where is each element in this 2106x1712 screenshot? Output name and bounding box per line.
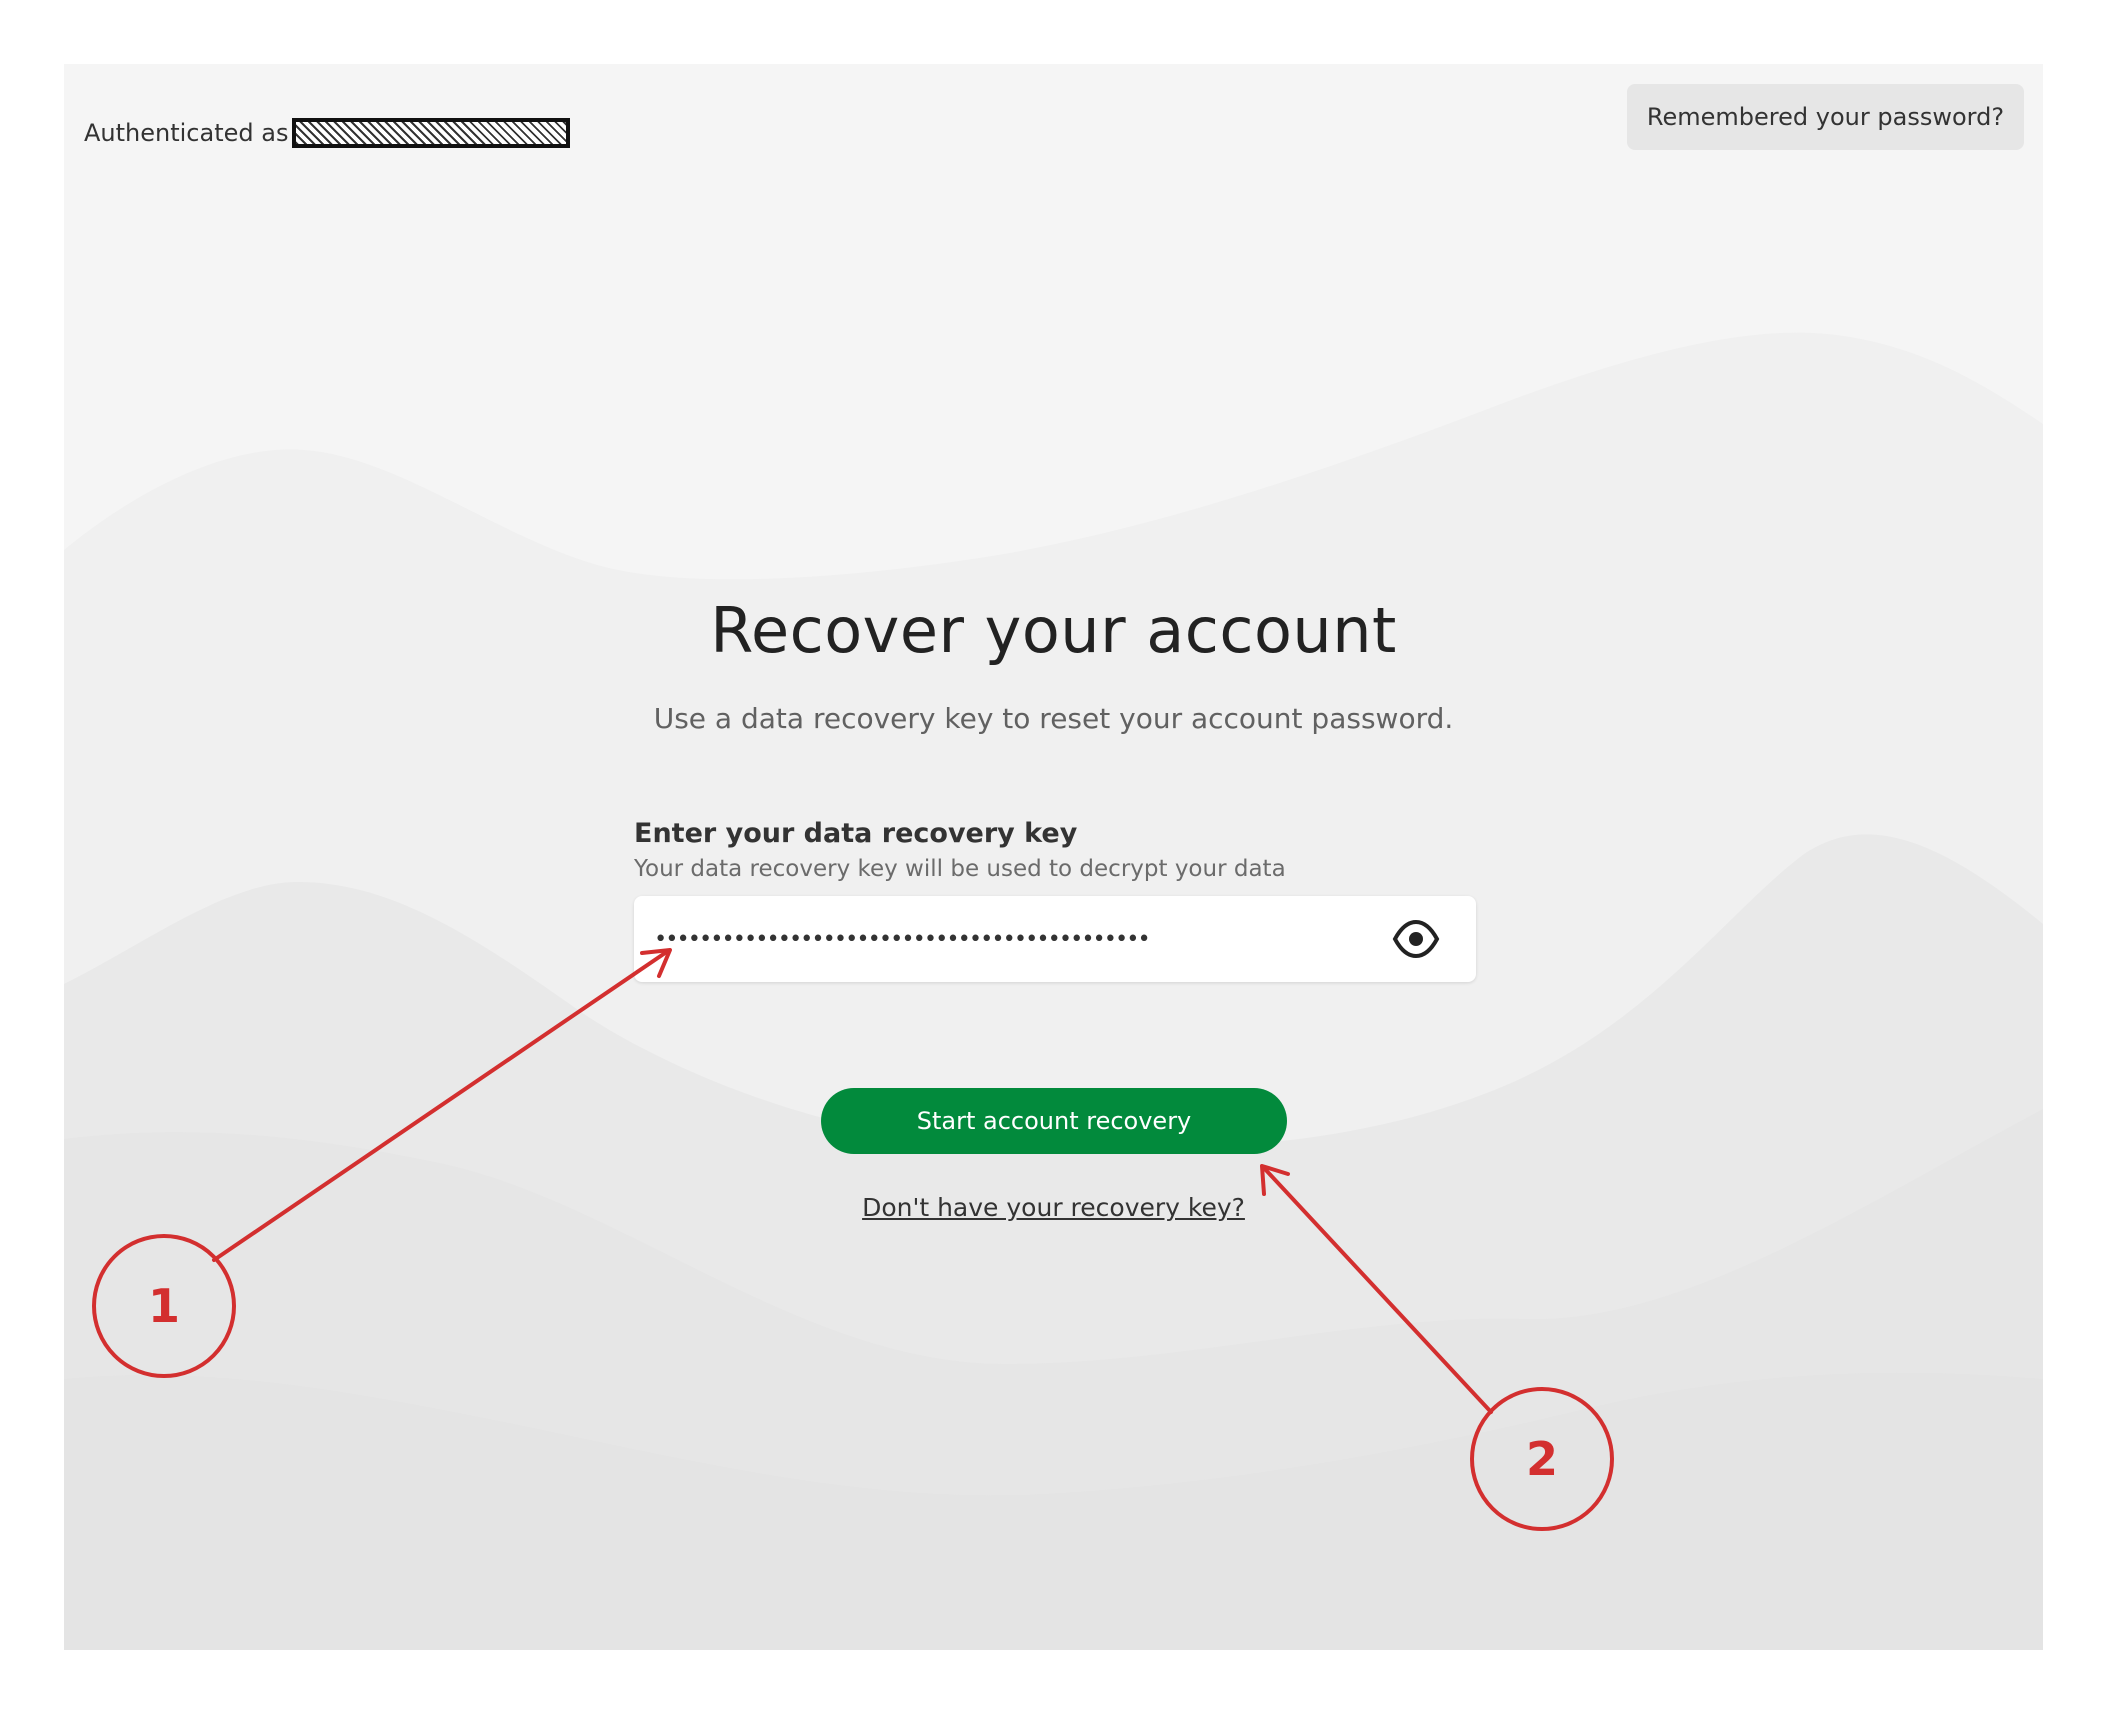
authenticated-as: Authenticated as [84, 116, 571, 150]
start-account-recovery-button[interactable]: Start account recovery [821, 1088, 1287, 1154]
authenticated-prefix: Authenticated as [84, 119, 289, 147]
recover-account-screen: Authenticated as Remembered your passwor… [64, 64, 2043, 1650]
recovery-key-field [634, 896, 1476, 982]
page-title: Recover your account [710, 594, 1397, 667]
eye-icon[interactable] [1392, 916, 1440, 962]
recovery-key-input[interactable] [654, 896, 1394, 982]
recovery-key-help-text: Your data recovery key will be used to d… [634, 856, 1286, 882]
recovery-key-label: Enter your data recovery key [634, 818, 1078, 849]
remembered-password-button[interactable]: Remembered your password? [1627, 84, 2024, 150]
redacted-username [292, 118, 571, 148]
page-subtitle: Use a data recovery key to reset your ac… [653, 702, 1454, 735]
no-recovery-key-link[interactable]: Don't have your recovery key? [64, 1193, 2043, 1222]
